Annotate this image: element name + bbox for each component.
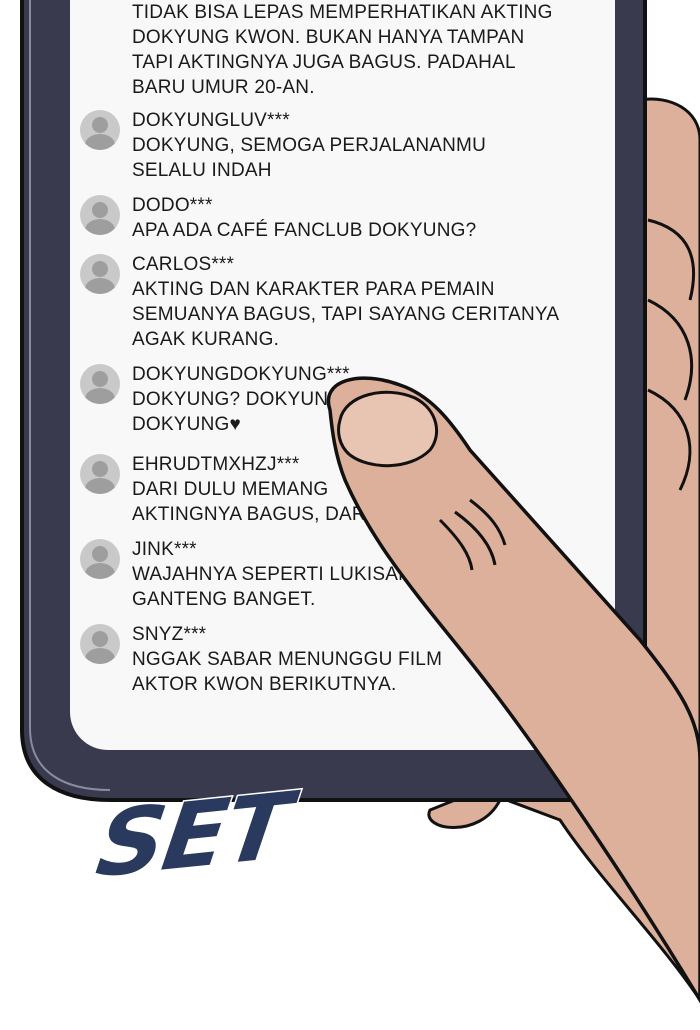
thumb bbox=[326, 376, 700, 1004]
sound-effect-text: SET bbox=[89, 771, 297, 900]
thumbnail bbox=[337, 390, 439, 468]
comic-panel: TIDAK BISA LEPAS MEMPERHATIKAN AKTING DO… bbox=[0, 0, 700, 1030]
